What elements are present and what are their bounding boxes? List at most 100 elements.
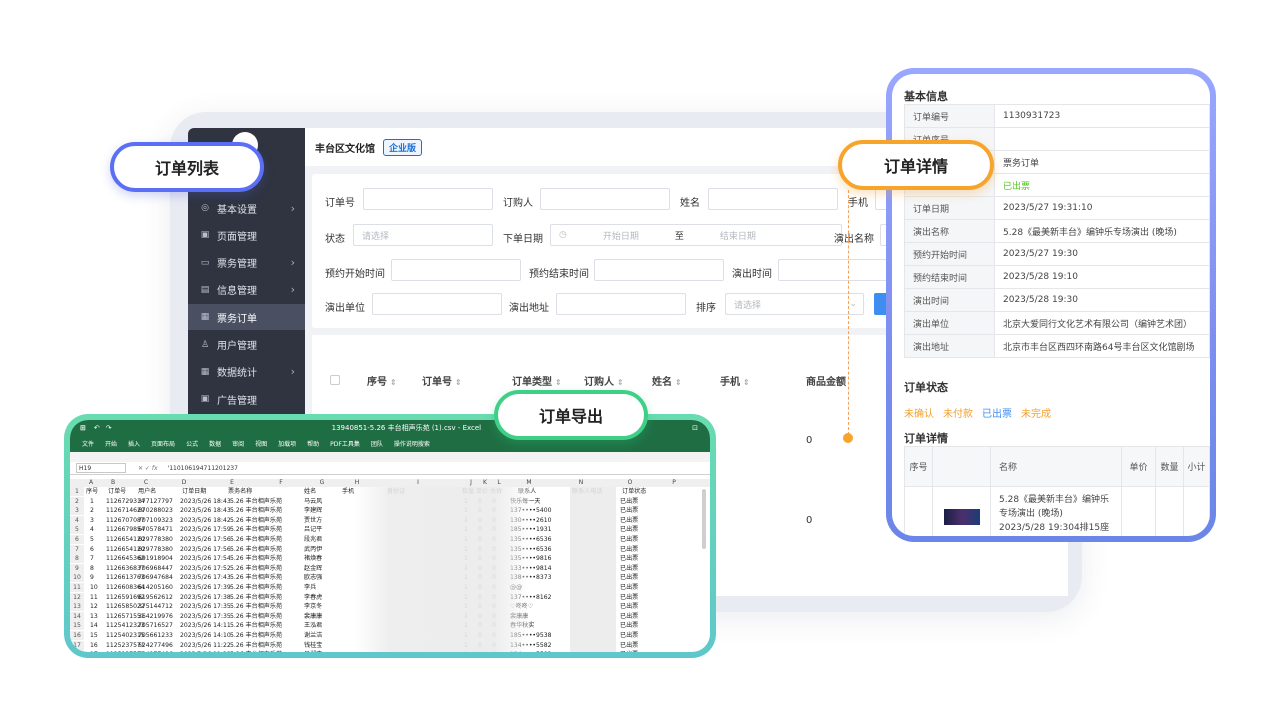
row-number[interactable]: 7 (70, 544, 84, 554)
sheet-cell[interactable]: 武丙伊 (304, 545, 332, 554)
sheet-cell[interactable]: 已出票 (620, 650, 638, 652)
column-header[interactable]: 序号 ⇕ (367, 373, 397, 388)
sheet-cell[interactable]: 已出票 (620, 612, 638, 621)
sort-icon[interactable]: ⇕ (743, 378, 750, 387)
sheet-cell[interactable]: 2023/5/26 17:56 (180, 545, 231, 554)
sheet-cell[interactable]: 5.26 丰台相声乐苑 (230, 650, 282, 652)
column-letter[interactable]: G (302, 479, 342, 486)
sheet-cell[interactable]: 624277496 (138, 641, 173, 650)
sheet-cell[interactable]: 吕记平 (304, 525, 332, 534)
sheet-cell[interactable]: 已出票 (620, 573, 638, 582)
sheet-cell[interactable]: 2023/5/26 17:54 (180, 554, 231, 563)
sheet-cell[interactable]: 5.26 丰台相声乐苑 (230, 497, 282, 506)
sheet-cell[interactable]: 李兵 (304, 583, 332, 592)
sidebar-item[interactable]: ◎ 基本设置 › (188, 195, 305, 221)
row-number[interactable]: 13 (70, 602, 84, 612)
sort-select[interactable]: 请选择 ⌄ (725, 293, 864, 315)
status-option[interactable]: 已出票 (982, 409, 1012, 420)
status-select[interactable]: 请选择 (353, 224, 493, 246)
ribbon-tab[interactable]: 公式 (186, 439, 198, 448)
sidebar-item[interactable]: ▣ 广告管理 (188, 386, 305, 412)
sheet-cell[interactable]: 已出票 (620, 516, 638, 525)
sheet-cell[interactable]: 691918904 (138, 554, 173, 563)
sheet-cell[interactable]: 5.26 丰台相声乐苑 (230, 621, 282, 630)
undo-icon[interactable]: ↶ (94, 424, 100, 432)
row-number[interactable]: 9 (70, 563, 84, 573)
sheet-cell[interactable]: 5.26 丰台相声乐苑 (230, 641, 282, 650)
sheet-cell[interactable]: 377127797 (138, 497, 173, 506)
sheet-cell[interactable]: 706968447 (138, 564, 173, 573)
sort-icon[interactable]: ⇕ (675, 378, 682, 387)
sheet-cell[interactable]: 5.26 丰台相声乐苑 (230, 573, 282, 582)
sheet-cell[interactable]: 已出票 (620, 554, 638, 563)
sheet-cell[interactable]: 已出票 (620, 506, 638, 515)
sheet-cell[interactable]: 5.26 丰台相声乐苑 (230, 516, 282, 525)
column-letter[interactable]: C (128, 479, 164, 486)
sheet-cell[interactable]: 706947684 (138, 573, 173, 582)
sheet-cell[interactable]: 订单状态 (622, 487, 646, 496)
sheet-cell[interactable]: 2023/5/26 11:22 (180, 641, 231, 650)
column-header[interactable]: 商品金额 (806, 373, 846, 388)
sheet-cell[interactable]: 2023/5/26 18:43 (180, 497, 231, 506)
sheet-cell[interactable]: 手机 (342, 487, 354, 496)
sheet-cell[interactable]: 624277496 (138, 650, 173, 652)
ribbon-tab[interactable]: 视图 (255, 439, 267, 448)
sheet-cell[interactable]: 已出票 (620, 593, 638, 602)
order-no-input[interactable] (363, 188, 493, 210)
column-letter[interactable]: D (164, 479, 204, 486)
sheet-cell[interactable]: 5.26 丰台相声乐苑 (230, 593, 282, 602)
formula-value[interactable]: '110106194711201237 (168, 465, 238, 472)
buyer-input[interactable] (540, 188, 670, 210)
row-number[interactable]: 1 (70, 487, 84, 496)
sheet-cell[interactable]: 已出票 (620, 525, 638, 534)
row-number[interactable]: 14 (70, 611, 84, 621)
sheet-cell[interactable]: 已出票 (620, 497, 638, 506)
column-letter[interactable]: B (98, 479, 128, 486)
ribbon-tab[interactable]: 文件 (82, 439, 94, 448)
column-header[interactable]: 手机 ⇕ (720, 373, 750, 388)
vertical-scrollbar[interactable] (702, 489, 706, 549)
sort-icon[interactable]: ⇕ (455, 378, 462, 387)
row-number[interactable]: 18 (70, 650, 84, 652)
sheet-cell[interactable]: 订单号 (108, 487, 126, 496)
sheet-cell[interactable]: 票务名称 (228, 487, 252, 496)
sidebar-item[interactable]: ▣ 页面管理 (188, 222, 305, 248)
sheet-cell[interactable]: 8 (90, 564, 104, 573)
sheet-cell[interactable]: 5.26 丰台相声乐苑 (230, 525, 282, 534)
sheet-cell[interactable]: 已出票 (620, 602, 638, 611)
sheet-cell[interactable]: 褚焕春 (304, 554, 332, 563)
sheet-cell[interactable]: 5.26 丰台相声乐苑 (230, 612, 282, 621)
row-number[interactable]: 10 (70, 573, 84, 583)
name-input[interactable] (708, 188, 838, 210)
sheet-cell[interactable]: 2023/5/26 17:59 (180, 525, 231, 534)
sheet-cell[interactable]: 钱桂宝 (304, 641, 332, 650)
sheet-cell[interactable]: 序号 (86, 487, 98, 496)
ribbon-tab[interactable]: 加载项 (278, 439, 296, 448)
column-header[interactable]: 订购人 ⇕ (584, 373, 624, 388)
row-number[interactable]: 5 (70, 525, 84, 535)
column-letter[interactable]: J (464, 479, 478, 486)
sheet-cell[interactable]: 16 (90, 641, 104, 650)
sheet-cell[interactable]: 2023/5/26 18:43 (180, 506, 231, 515)
sheet-cell[interactable]: 670578471 (138, 525, 173, 534)
sheet-cell[interactable]: 欧志强 (304, 573, 332, 582)
column-letter[interactable]: E (204, 479, 260, 486)
sidebar-item[interactable]: ▦ 数据统计 › (188, 359, 305, 385)
sheet-cell[interactable]: 614205160 (138, 583, 173, 592)
ribbon-tab[interactable]: 团队 (371, 439, 383, 448)
redo-icon[interactable]: ↷ (106, 424, 112, 432)
column-header[interactable]: 订单号 ⇕ (422, 373, 462, 388)
status-option[interactable]: 未完成 (1021, 409, 1051, 420)
sheet-cell[interactable]: 贾世方 (304, 516, 332, 525)
sheet-cell[interactable]: 5.26 丰台相声乐苑 (230, 554, 282, 563)
column-letter[interactable]: F (260, 479, 302, 486)
sheet-cell[interactable]: 5.26 丰台相声乐苑 (230, 506, 282, 515)
column-letter[interactable]: N (552, 479, 610, 486)
ribbon-tab[interactable]: 操作说明搜索 (394, 439, 430, 448)
sheet-cell[interactable]: 705661233 (138, 631, 173, 640)
column-letter[interactable]: L (492, 479, 506, 486)
sheet-cell[interactable]: 吴湘宝 (304, 650, 332, 652)
sheet-cell[interactable]: 2023/5/26 11:22 (180, 650, 231, 652)
row-number[interactable]: 8 (70, 554, 84, 564)
show-address-input[interactable] (556, 293, 686, 315)
